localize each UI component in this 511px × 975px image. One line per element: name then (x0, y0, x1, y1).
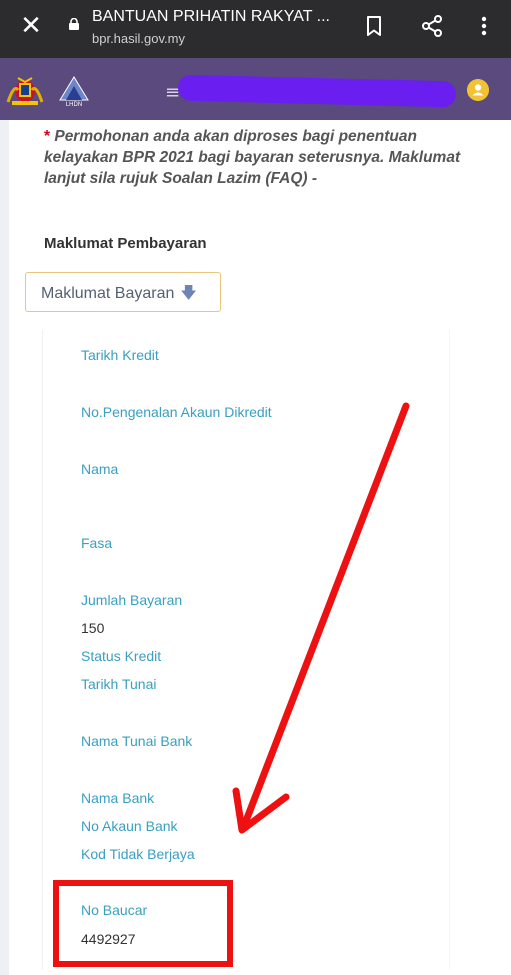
section-title: Maklumat Pembayaran (44, 235, 207, 252)
more-vert-icon[interactable] (472, 14, 496, 38)
jumlah-bayaran-value: 150 (81, 620, 105, 636)
fasa-label: Fasa (81, 535, 113, 551)
user-avatar-icon[interactable] (467, 79, 489, 101)
close-icon[interactable]: ✕ (17, 12, 45, 40)
nama-label: Nama (81, 461, 119, 477)
malaysia-crest-logo (6, 77, 44, 105)
nama-tunai-bank-label: Nama Tunai Bank (81, 733, 193, 749)
no-akaun-bank-label: No Akaun Bank (81, 818, 178, 834)
notice-text: * Permohonan anda akan diproses bagi pen… (44, 126, 464, 189)
status-kredit-label: Status Kredit (81, 648, 162, 664)
kod-tidak-berjaya-label: Kod Tidak Berjaya (81, 846, 195, 862)
lhdn-logo-text: LHDN (66, 102, 82, 108)
maklumat-bayaran-label: Maklumat Bayaran (41, 285, 175, 302)
browser-url[interactable]: bpr.hasil.gov.my (92, 31, 185, 46)
tarikh-kredit-label: Tarikh Kredit (81, 347, 159, 363)
tarikh-tunai-label: Tarikh Tunai (81, 676, 157, 692)
maklumat-bayaran-button[interactable]: Maklumat Bayaran 🡇 (25, 272, 221, 312)
lock-icon (69, 18, 79, 30)
share-icon[interactable] (420, 14, 444, 38)
notice-body: Permohonan anda akan diproses bagi penen… (44, 128, 461, 187)
browser-page-title: BANTUAN PRIHATIN RAKYAT ... (92, 8, 330, 25)
no-pengenalan-label: No.Pengenalan Akaun Dikredit (81, 404, 272, 420)
highlight-box (53, 880, 233, 967)
jumlah-bayaran-label: Jumlah Bayaran (81, 592, 183, 608)
nama-bank-label: Nama Bank (81, 790, 155, 806)
lhdn-logo: LHDN (59, 76, 89, 108)
left-gutter (0, 120, 9, 975)
bookmark-icon[interactable] (362, 14, 386, 38)
arrow-down-icon: 🡇 (180, 283, 197, 302)
